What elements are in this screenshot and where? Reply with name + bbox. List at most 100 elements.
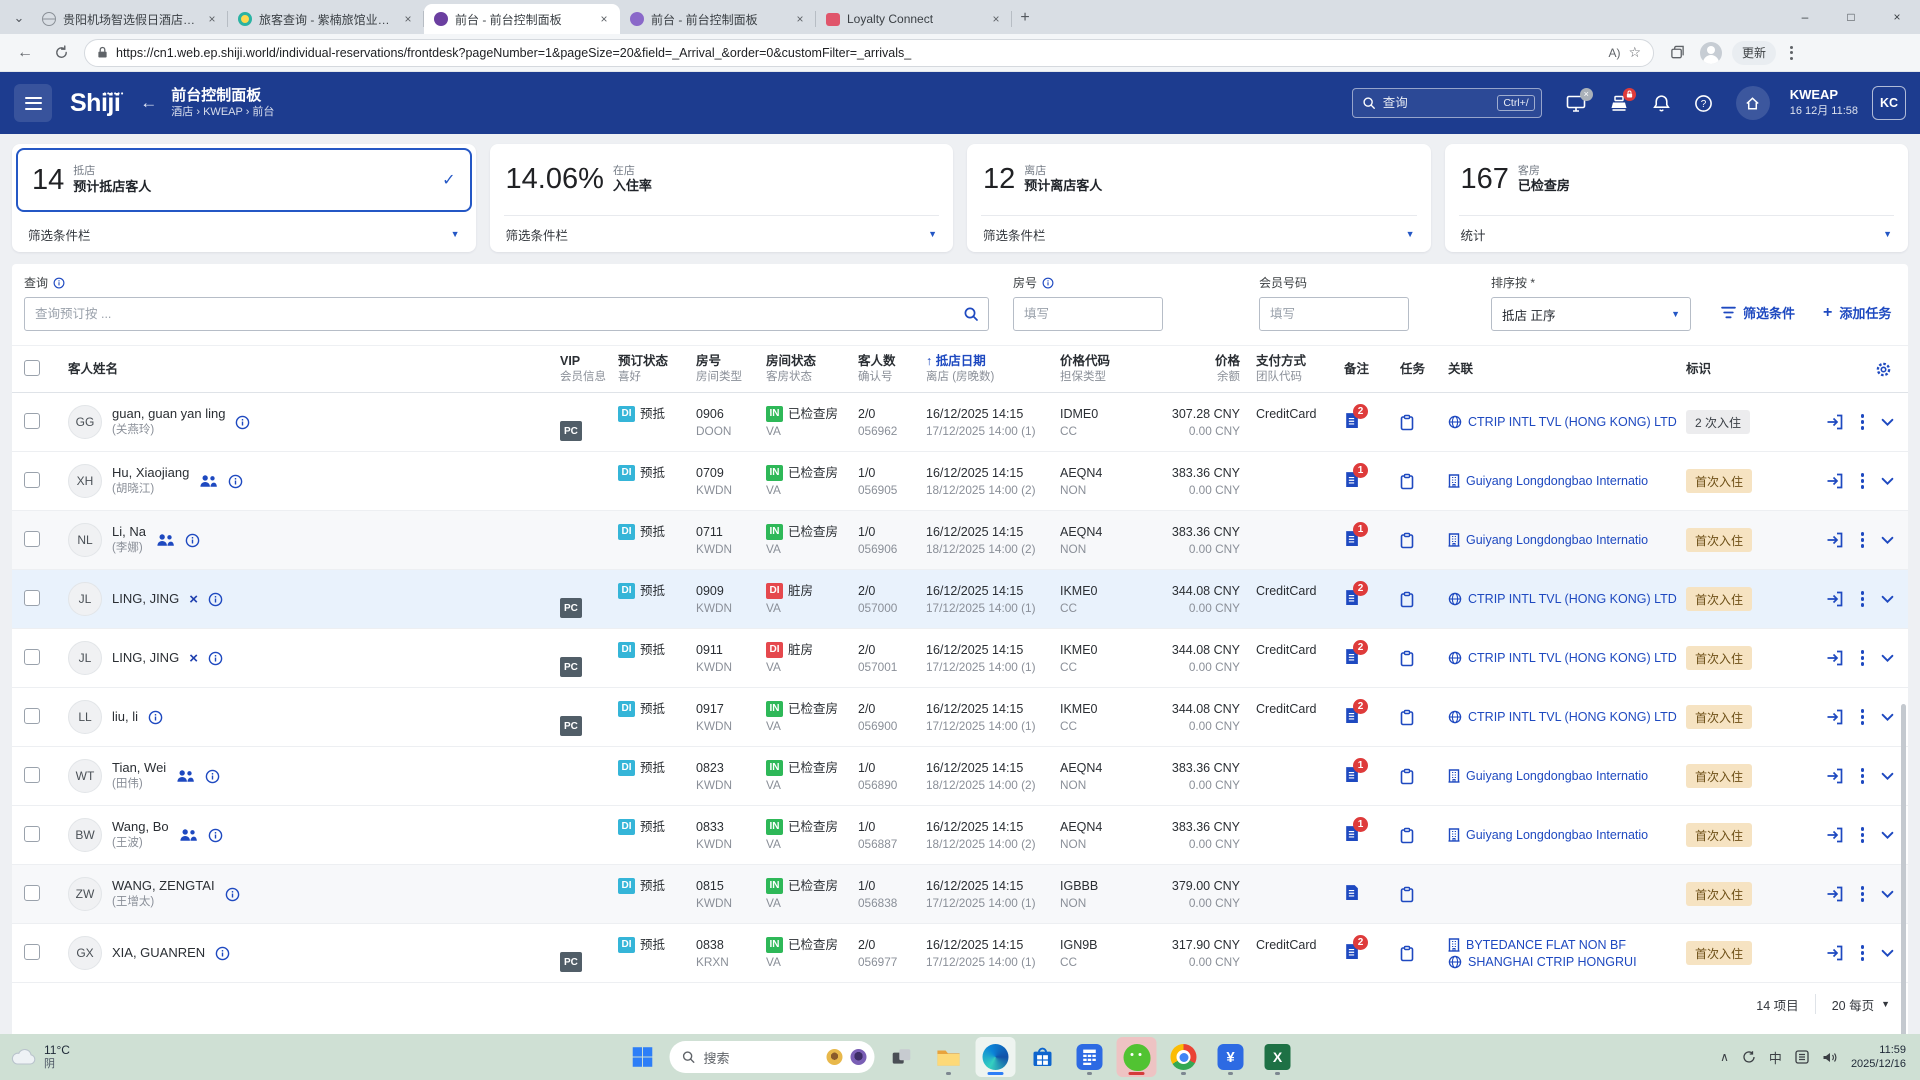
- profile-link[interactable]: Guiyang Longdongbao Internatio: [1448, 769, 1686, 783]
- row-checkbox[interactable]: [24, 531, 40, 547]
- expand-row-icon[interactable]: [1881, 713, 1894, 722]
- collections-icon[interactable]: [1664, 40, 1690, 66]
- expand-row-icon[interactable]: [1881, 595, 1894, 604]
- col-notes[interactable]: 备注: [1344, 361, 1400, 378]
- tasks-clipboard-icon[interactable]: [1400, 414, 1448, 431]
- tasks-clipboard-icon[interactable]: [1400, 886, 1448, 903]
- close-tab-icon[interactable]: ×: [596, 11, 612, 27]
- hidden-icons-chevron[interactable]: ∧: [1720, 1050, 1729, 1064]
- check-in-icon[interactable]: [1826, 473, 1844, 489]
- file-explorer-icon[interactable]: [929, 1037, 969, 1077]
- cashier-icon[interactable]: [1609, 94, 1629, 113]
- info-icon[interactable]: [148, 710, 163, 725]
- check-in-icon[interactable]: [1826, 591, 1844, 607]
- task-view-icon[interactable]: [882, 1037, 922, 1077]
- notes-icon[interactable]: 1: [1344, 530, 1359, 547]
- more-actions-icon[interactable]: [1861, 827, 1865, 843]
- col-price[interactable]: 价格余额: [1152, 353, 1256, 385]
- expand-row-icon[interactable]: [1881, 890, 1894, 899]
- info-icon[interactable]: [208, 592, 223, 607]
- check-in-icon[interactable]: [1826, 650, 1844, 666]
- col-rate-code[interactable]: 价格代码担保类型: [1060, 353, 1152, 385]
- reservation-row[interactable]: GG guan, guan yan ling (关燕玲) PC DI预抵 090…: [12, 393, 1908, 452]
- search-icon[interactable]: [963, 306, 979, 322]
- expand-row-icon[interactable]: [1881, 418, 1894, 427]
- global-search-box[interactable]: Ctrl+/: [1352, 88, 1542, 118]
- info-icon[interactable]: [1042, 277, 1054, 289]
- property-info[interactable]: KWEAP 16 12月 11:58: [1790, 87, 1858, 118]
- reservation-row[interactable]: BW Wang, Bo (王波) DI预抵 0833KWDN IN已检查房: [12, 806, 1908, 865]
- notes-icon[interactable]: 2: [1344, 648, 1359, 665]
- info-icon[interactable]: [205, 769, 220, 784]
- close-tab-icon[interactable]: ×: [988, 11, 1004, 27]
- expand-row-icon[interactable]: [1881, 772, 1894, 781]
- payment-app-icon[interactable]: ¥: [1211, 1037, 1251, 1077]
- profile-link[interactable]: CTRIP INTL TVL (HONG KONG) LTD: [1448, 415, 1686, 429]
- add-task-button[interactable]: + 添加任务: [1823, 303, 1891, 322]
- info-icon[interactable]: [208, 651, 223, 666]
- member-number-input[interactable]: [1259, 297, 1409, 331]
- notes-icon[interactable]: 2: [1344, 412, 1359, 429]
- col-links[interactable]: 关联: [1448, 361, 1686, 378]
- search-highlight-icon[interactable]: [827, 1049, 843, 1065]
- col-reservation-status[interactable]: 预订状态喜好: [618, 353, 696, 385]
- ime-indicator[interactable]: 中: [1769, 1048, 1782, 1067]
- more-actions-icon[interactable]: [1861, 650, 1865, 666]
- col-payment[interactable]: 支付方式团队代码: [1256, 353, 1344, 385]
- col-room-status[interactable]: 房间状态客房状态: [766, 353, 858, 385]
- info-icon[interactable]: [228, 474, 243, 489]
- row-checkbox[interactable]: [24, 885, 40, 901]
- row-checkbox[interactable]: [24, 708, 40, 724]
- share-reservation-icon[interactable]: ×: [189, 592, 198, 607]
- edge-browser-icon[interactable]: [976, 1037, 1016, 1077]
- browser-update-button[interactable]: 更新: [1732, 41, 1776, 65]
- taskbar-clock[interactable]: 11:59 2025/12/16: [1851, 1043, 1906, 1072]
- close-tab-icon[interactable]: ×: [400, 11, 416, 27]
- close-tab-icon[interactable]: ×: [204, 11, 220, 27]
- start-button[interactable]: [623, 1037, 663, 1077]
- help-icon[interactable]: ?: [1694, 94, 1713, 113]
- more-actions-icon[interactable]: [1861, 532, 1865, 548]
- profile-link[interactable]: CTRIP INTL TVL (HONG KONG) LTD: [1448, 592, 1686, 606]
- search-highlight-icon[interactable]: [851, 1049, 867, 1065]
- share-reservation-icon[interactable]: ×: [189, 651, 198, 666]
- select-all-checkbox[interactable]: [24, 360, 40, 376]
- more-actions-icon[interactable]: [1861, 591, 1865, 607]
- card-filter-toggle[interactable]: 筛选条件栏▼: [12, 216, 476, 252]
- reservation-row[interactable]: LL liu, li PC DI预抵 0917KWDN IN已检查房 VA 2/…: [12, 688, 1908, 747]
- row-checkbox[interactable]: [24, 472, 40, 488]
- tasks-clipboard-icon[interactable]: [1400, 827, 1448, 844]
- row-checkbox[interactable]: [24, 826, 40, 842]
- user-avatar[interactable]: KC: [1872, 86, 1906, 120]
- more-actions-icon[interactable]: [1861, 414, 1865, 430]
- url-field[interactable]: https://cn1.web.ep.shiji.world/individua…: [84, 39, 1654, 67]
- notes-icon[interactable]: 1: [1344, 825, 1359, 842]
- card-filter-toggle[interactable]: 筛选条件栏▼: [967, 216, 1431, 252]
- profile-link[interactable]: CTRIP INTL TVL (HONG KONG) LTD: [1448, 710, 1686, 724]
- table-settings-gear-icon[interactable]: [1792, 361, 1896, 378]
- stat-card-arrivals[interactable]: 14 抵店预计抵店客人 ✓ 筛选条件栏▼: [12, 144, 476, 252]
- reservation-row[interactable]: GX XIA, GUANREN PC DI预抵 0838KRXN IN已检查房 …: [12, 924, 1908, 983]
- calculator-icon[interactable]: [1070, 1037, 1110, 1077]
- hamburger-menu-icon[interactable]: [14, 84, 52, 122]
- maximize-window-icon[interactable]: □: [1828, 0, 1874, 34]
- vertical-scrollbar[interactable]: [1901, 704, 1906, 1080]
- more-actions-icon[interactable]: [1861, 945, 1865, 961]
- tasks-clipboard-icon[interactable]: [1400, 473, 1448, 490]
- companions-icon[interactable]: [156, 533, 175, 547]
- browser-tab-frontdesk-2[interactable]: 前台 - 前台控制面板 ×: [620, 4, 816, 34]
- info-icon[interactable]: [53, 277, 65, 289]
- tasks-clipboard-icon[interactable]: [1400, 709, 1448, 726]
- card-filter-toggle[interactable]: 筛选条件栏▼: [490, 216, 954, 252]
- notes-icon[interactable]: 1: [1344, 471, 1359, 488]
- check-in-icon[interactable]: [1826, 709, 1844, 725]
- col-guest-name[interactable]: 客人姓名: [68, 361, 560, 378]
- profile-link[interactable]: SHANGHAI CTRIP HONGRUI: [1448, 955, 1686, 969]
- expand-row-icon[interactable]: [1881, 654, 1894, 663]
- tasks-clipboard-icon[interactable]: [1400, 650, 1448, 667]
- sort-by-select[interactable]: 抵店 正序 ▼: [1491, 297, 1691, 331]
- reservation-row[interactable]: JL LING, JING × PC DI预抵 0909KWDN DI脏房 VA…: [12, 570, 1908, 629]
- stat-card-departures[interactable]: 12 离店预计离店客人 筛选条件栏▼: [967, 144, 1431, 252]
- profile-link[interactable]: Guiyang Longdongbao Internatio: [1448, 474, 1686, 488]
- col-guest-count[interactable]: 客人数确认号: [858, 353, 926, 385]
